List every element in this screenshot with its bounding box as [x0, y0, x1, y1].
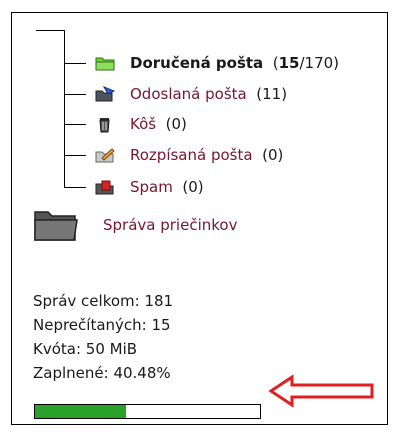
sent-icon	[94, 85, 116, 103]
folder-label: Doručená pošta	[130, 54, 264, 72]
folder-item-spam[interactable]: Spam (0)	[0, 176, 390, 198]
folder-label[interactable]: Spam	[130, 178, 173, 196]
drafts-icon	[94, 146, 116, 164]
folder-label[interactable]: Rozpísaná pošta	[130, 146, 253, 164]
red-arrow-icon	[268, 374, 378, 412]
folder-item-inbox[interactable]: Doručená pošta (15/170)	[0, 52, 390, 74]
mailbox-stats: Správ celkom: 181 Neprečítaných: 15 Kvót…	[33, 289, 173, 385]
quota-progress-bar	[34, 404, 261, 419]
folder-count: (11)	[256, 85, 288, 103]
spam-icon	[94, 178, 116, 196]
folder-count: (0)	[182, 178, 204, 196]
tree-connector	[36, 30, 65, 31]
total-messages: Správ celkom: 181	[33, 292, 174, 310]
folder-item-sent[interactable]: Odoslaná pošta (11)	[0, 83, 390, 105]
trash-icon	[94, 115, 116, 133]
folder-item-trash[interactable]: Kôš (0)	[0, 113, 390, 135]
folder-count: (0)	[262, 146, 284, 164]
folder-count: (0)	[165, 115, 187, 133]
folder-item-drafts[interactable]: Rozpísaná pošta (0)	[0, 144, 390, 166]
folder-manage-icon[interactable]	[32, 206, 80, 248]
inbox-icon	[94, 54, 116, 72]
unread-messages: Neprečítaných: 15	[33, 316, 171, 334]
quota-progress-fill	[35, 405, 127, 418]
manage-folders-link[interactable]: Správa priečinkov	[103, 216, 237, 234]
folder-count: (15/170)	[272, 54, 340, 72]
quota-used: Zaplnené: 40.48%	[33, 364, 171, 382]
quota: Kvóta: 50 MiB	[33, 340, 138, 358]
folder-label[interactable]: Odoslaná pošta	[130, 85, 247, 103]
folder-label[interactable]: Kôš	[130, 115, 156, 133]
